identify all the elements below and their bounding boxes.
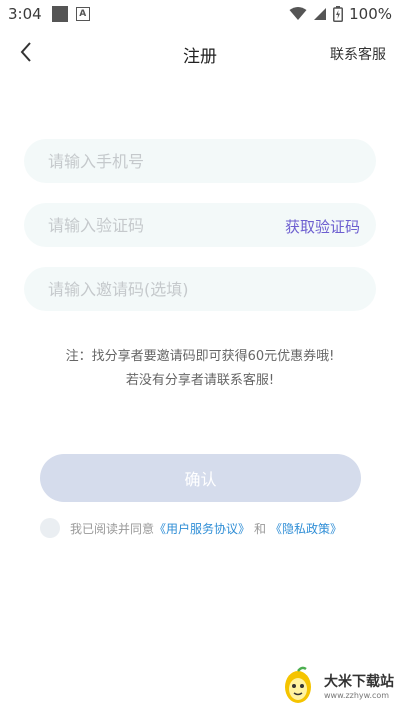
status-right: 100%	[289, 5, 392, 23]
confirm-button[interactable]: 确认	[40, 454, 361, 502]
battery-level: 100%	[349, 5, 392, 23]
privacy-policy-link[interactable]: 《隐私政策》	[270, 520, 342, 537]
watermark: 大米下载站 www.zzhyw.com	[278, 665, 394, 705]
status-time: 3:04	[8, 5, 42, 23]
wifi-icon	[289, 7, 307, 20]
agreement-checkbox[interactable]	[40, 518, 60, 538]
notification-a-icon: A	[75, 7, 90, 21]
battery-icon	[333, 6, 344, 22]
note-line-2: 若没有分享者请联系客服!	[125, 373, 275, 388]
note-line-1: 注：找分享者要邀请码即可获得60元优惠券哦!	[65, 349, 335, 364]
watermark-title: 大米下载站	[324, 673, 394, 690]
code-field[interactable]: 获取验证码	[24, 203, 376, 247]
invite-note: 注：找分享者要邀请码即可获得60元优惠券哦! 若没有分享者请联系客服!	[0, 345, 400, 393]
watermark-logo-icon	[285, 666, 311, 703]
agreement-and: 和	[254, 521, 267, 536]
nav-bar: 注册 联系客服	[0, 30, 400, 74]
notification-square-icon	[51, 6, 68, 22]
contact-service-link[interactable]: 联系客服	[330, 44, 386, 64]
agreement-row: 我已阅读并同意 《用户服务协议》 和 《隐私政策》	[40, 518, 342, 538]
phone-field[interactable]	[24, 139, 376, 183]
status-bar: 3:04 A 100%	[0, 0, 400, 28]
user-agreement-link[interactable]: 《用户服务协议》	[154, 520, 250, 537]
phone-input[interactable]	[48, 151, 352, 171]
invite-field[interactable]	[24, 267, 376, 311]
invite-input[interactable]	[48, 279, 352, 299]
get-code-button[interactable]: 获取验证码	[285, 216, 360, 237]
signal-icon	[314, 8, 327, 20]
watermark-url: www.zzhyw.com	[324, 690, 390, 700]
agreement-text: 我已阅读并同意	[70, 521, 155, 536]
